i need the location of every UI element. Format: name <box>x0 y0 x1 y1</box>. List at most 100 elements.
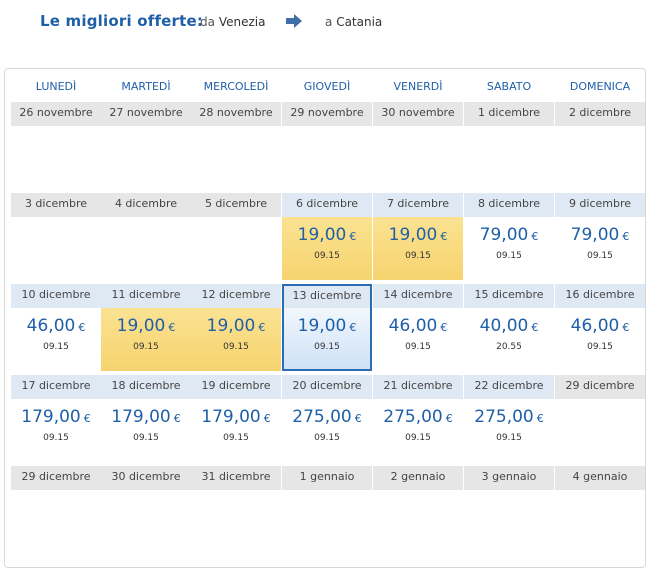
fare-amount: 179,00 <box>201 407 261 427</box>
day-date: 4 gennaio <box>555 466 645 490</box>
weekday-header: MERCOLEDÌ <box>203 80 269 93</box>
calendar-day[interactable]: 20 dicembre 275,00 €09.15 <box>282 375 372 462</box>
calendar-day: 28 novembre <box>191 102 281 189</box>
calendar-day[interactable]: 17 dicembre 179,00 €09.15 <box>11 375 101 462</box>
calendar-day[interactable]: 21 dicembre 275,00 €09.15 <box>373 375 463 462</box>
fare-price: 19,00 € <box>101 316 191 336</box>
fare-price: 275,00 € <box>464 407 554 427</box>
origin-city: Venezia <box>218 15 266 29</box>
departure-time: 09.15 <box>133 433 159 443</box>
day-date: 9 dicembre <box>555 193 645 217</box>
calendar-day: 3 gennaio <box>464 466 554 553</box>
currency-symbol: € <box>536 412 544 425</box>
fare-price: 19,00 € <box>191 316 281 336</box>
fare-amount: 46,00 <box>26 316 76 336</box>
calendar-day[interactable]: 9 dicembre 79,00 €09.15 <box>555 193 645 280</box>
weekday-header: DOMENICA <box>569 80 631 93</box>
fare-price: 275,00 € <box>373 407 463 427</box>
day-date: 2 dicembre <box>555 102 645 126</box>
calendar-day: 27 novembre <box>101 102 191 189</box>
calendar-day: 2 dicembre <box>555 102 645 189</box>
day-date: 15 dicembre <box>464 284 554 308</box>
departure-time: 09.15 <box>587 251 613 261</box>
departure-time: 09.15 <box>43 433 69 443</box>
day-date: 29 novembre <box>282 102 372 126</box>
day-date: 30 dicembre <box>101 466 191 490</box>
calendar-day: 1 gennaio <box>282 466 372 553</box>
offers-header: Le migliori offerte: da Venezia a Catani… <box>0 0 657 50</box>
fare-amount: 19,00 <box>116 316 166 336</box>
departure-time: 09.15 <box>587 342 613 352</box>
fare-amount: 275,00 <box>474 407 534 427</box>
fare-price: 19,00 € <box>284 316 370 336</box>
calendar-day[interactable]: 22 dicembre 275,00 €09.15 <box>464 375 554 462</box>
weekday-header: GIOVEDÌ <box>303 80 351 93</box>
departure-time: 09.15 <box>405 342 431 352</box>
destination-label: a Catania <box>325 15 382 29</box>
currency-symbol: € <box>440 230 448 243</box>
day-date: 3 dicembre <box>11 193 101 217</box>
fare-amount: 19,00 <box>206 316 256 336</box>
calendar-day[interactable]: 14 dicembre 46,00 €09.15 <box>373 284 463 371</box>
calendar-day[interactable]: 10 dicembre 46,00 €09.15 <box>11 284 101 371</box>
fare-price: 79,00 € <box>464 225 554 245</box>
day-date: 18 dicembre <box>101 375 191 399</box>
calendar-day-selected[interactable]: 13 dicembre 19,00 € 09.15 <box>282 284 372 371</box>
arrow-right-icon <box>286 14 302 28</box>
day-date: 14 dicembre <box>373 284 463 308</box>
calendar-day[interactable]: 18 dicembre 179,00 €09.15 <box>101 375 191 462</box>
calendar-day[interactable]: 6 dicembre 19,00 €09.15 <box>282 193 372 280</box>
day-date: 13 dicembre <box>284 286 370 308</box>
calendar-day[interactable]: 16 dicembre 46,00 €09.15 <box>555 284 645 371</box>
weekday-header: SABATO <box>486 80 532 93</box>
calendar-day: 3 dicembre <box>11 193 101 280</box>
day-date: 29 dicembre <box>11 466 101 490</box>
weekday-header: VENERDÌ <box>393 80 443 93</box>
currency-symbol: € <box>622 321 630 334</box>
day-date: 7 dicembre <box>373 193 463 217</box>
calendar-day: 30 dicembre <box>101 466 191 553</box>
departure-time: 09.15 <box>314 251 340 261</box>
calendar-day: 5 dicembre <box>191 193 281 280</box>
calendar-day[interactable]: 7 dicembre 19,00 €09.15 <box>373 193 463 280</box>
day-date: 21 dicembre <box>373 375 463 399</box>
day-date: 1 dicembre <box>464 102 554 126</box>
calendar-day[interactable]: 11 dicembre 19,00 € 09.15 <box>101 284 191 371</box>
calendar-day: 30 novembre <box>373 102 463 189</box>
currency-symbol: € <box>173 412 181 425</box>
currency-symbol: € <box>83 412 91 425</box>
calendar-day[interactable]: 19 dicembre 179,00 €09.15 <box>191 375 281 462</box>
currency-symbol: € <box>258 321 266 334</box>
calendar-day[interactable]: 12 dicembre 19,00 €09.15 <box>191 284 281 371</box>
day-date: 12 dicembre <box>191 284 281 308</box>
fare-price: 46,00 € <box>11 316 101 336</box>
calendar-day[interactable]: 8 dicembre 79,00 €09.15 <box>464 193 554 280</box>
fare-price: 46,00 € <box>555 316 645 336</box>
calendar-day: 2 gennaio <box>373 466 463 553</box>
day-date: 19 dicembre <box>191 375 281 399</box>
fare-amount: 19,00 <box>388 225 438 245</box>
origin-label: da Venezia <box>200 15 265 29</box>
day-date: 27 novembre <box>101 102 191 126</box>
fare-amount: 179,00 <box>111 407 171 427</box>
day-date: 22 dicembre <box>464 375 554 399</box>
fare-price: 179,00 € <box>11 407 101 427</box>
calendar-day[interactable]: 15 dicembre 40,00 € 20.55 <box>464 284 554 371</box>
fare-amount: 275,00 <box>292 407 352 427</box>
currency-symbol: € <box>440 321 448 334</box>
currency-symbol: € <box>531 230 539 243</box>
currency-symbol: € <box>349 321 357 334</box>
currency-symbol: € <box>349 230 357 243</box>
fare-price: 40,00 € <box>464 316 554 336</box>
departure-time: 09.15 <box>314 342 340 352</box>
day-date: 16 dicembre <box>555 284 645 308</box>
day-date: 6 dicembre <box>282 193 372 217</box>
currency-symbol: € <box>263 412 271 425</box>
day-date: 11 dicembre <box>101 284 191 308</box>
currency-symbol: € <box>78 321 86 334</box>
departure-time: 20.55 <box>496 342 522 352</box>
day-date: 26 novembre <box>11 102 101 126</box>
departure-time: 09.15 <box>133 342 159 352</box>
currency-symbol: € <box>531 321 539 334</box>
fare-amount: 46,00 <box>570 316 620 336</box>
